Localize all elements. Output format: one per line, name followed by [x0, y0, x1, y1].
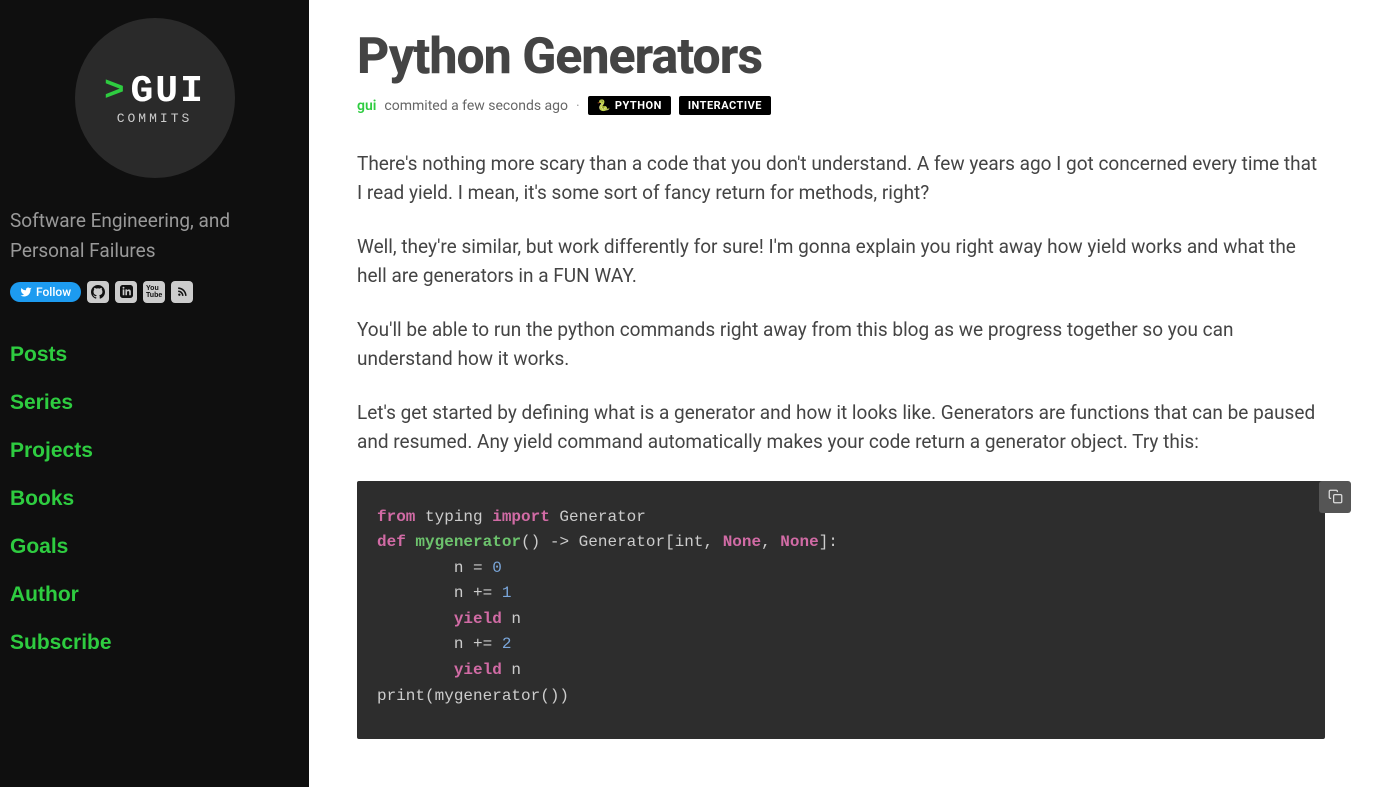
- github-icon[interactable]: [87, 281, 109, 303]
- tag-python[interactable]: 🐍PYTHON: [588, 96, 671, 115]
- tagline: Software Engineering, and Personal Failu…: [8, 206, 301, 267]
- paragraph: Well, they're similar, but work differen…: [357, 232, 1325, 291]
- page-title: Python Generators: [357, 28, 1325, 86]
- twitter-label: Follow: [36, 285, 71, 299]
- code-line: from typing import Generator: [377, 505, 1305, 531]
- sidebar-nav: Posts Series Projects Books Goals Author…: [8, 331, 301, 667]
- nav-author[interactable]: Author: [10, 571, 299, 619]
- article-content: Python Generators gui commited a few sec…: [309, 0, 1373, 787]
- nav-series[interactable]: Series: [10, 379, 299, 427]
- rss-icon[interactable]: [171, 281, 193, 303]
- code-line: yield n: [377, 607, 1305, 633]
- code-line: n += 1: [377, 581, 1305, 607]
- twitter-icon: [20, 286, 32, 298]
- prompt-icon: >: [104, 73, 124, 111]
- code-line: def mygenerator() -> Generator[int, None…: [377, 530, 1305, 556]
- snake-icon: 🐍: [597, 99, 611, 112]
- tag-interactive[interactable]: INTERACTIVE: [679, 96, 771, 115]
- post-meta: gui commited a few seconds ago · 🐍PYTHON…: [357, 96, 1325, 115]
- linkedin-icon[interactable]: [115, 281, 137, 303]
- nav-books[interactable]: Books: [10, 475, 299, 523]
- code-line: print(mygenerator()): [377, 684, 1305, 710]
- copy-icon: [1328, 489, 1343, 504]
- paragraph: You'll be able to run the python command…: [357, 315, 1325, 374]
- social-links: Follow YouTube: [8, 281, 301, 303]
- logo[interactable]: > GUI COMMITS: [75, 18, 235, 178]
- commit-text: commited a few seconds ago: [384, 98, 568, 114]
- code-block: from typing import Generator def mygener…: [357, 481, 1325, 740]
- nav-projects[interactable]: Projects: [10, 427, 299, 475]
- nav-goals[interactable]: Goals: [10, 523, 299, 571]
- sidebar: > GUI COMMITS Software Engineering, and …: [0, 0, 309, 787]
- nav-posts[interactable]: Posts: [10, 331, 299, 379]
- code-line: yield n: [377, 658, 1305, 684]
- nav-subscribe[interactable]: Subscribe: [10, 619, 299, 667]
- paragraph: Let's get started by defining what is a …: [357, 398, 1325, 457]
- twitter-follow-button[interactable]: Follow: [10, 282, 81, 302]
- separator-dot: ·: [576, 98, 580, 114]
- code-line: n += 2: [377, 632, 1305, 658]
- copy-button[interactable]: [1319, 481, 1351, 513]
- author-name[interactable]: gui: [357, 98, 376, 114]
- logo-sub: COMMITS: [117, 111, 193, 126]
- youtube-icon[interactable]: YouTube: [143, 281, 165, 303]
- paragraph: There's nothing more scary than a code t…: [357, 149, 1325, 208]
- code-line: n = 0: [377, 556, 1305, 582]
- logo-main: GUI: [130, 70, 204, 113]
